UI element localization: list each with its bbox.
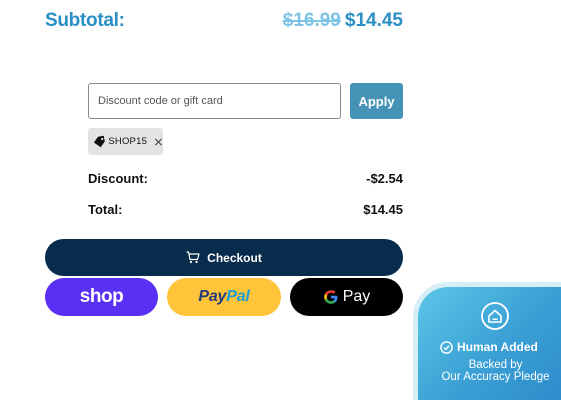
house-icon [481,302,509,330]
subtotal-prices: $16.99 $14.45 [283,10,403,32]
discount-code-input[interactable] [88,83,341,119]
google-pay-button[interactable]: Pay [290,278,403,316]
shop-pay-logo: shop [79,286,124,307]
badge-line-1: Backed by [468,359,523,371]
paypal-logo-pay: Pay [198,288,227,305]
checkout-button[interactable]: Checkout [45,239,403,276]
paypal-logo-pal: Pal [226,288,250,305]
applied-discount-tag: SHOP15 [88,128,163,155]
checkout-label: Checkout [207,250,262,265]
total-row: Total: $14.45 [88,202,403,220]
badge-title-text: Human Added [457,340,538,354]
paypal-button[interactable]: PayPal [167,278,281,316]
subtotal-row: Subtotal: $16.99 $14.45 [45,8,403,36]
discounted-price: $14.45 [344,10,403,31]
applied-code-text: SHOP15 [108,136,148,147]
badge-title: Human Added [440,340,538,354]
discount-value: -$2.54 [366,171,403,186]
subtotal-label: Subtotal: [45,10,125,31]
cart-icon [186,251,200,264]
badge-line-2: Our Accuracy Pledge [441,371,550,383]
close-icon[interactable] [154,137,163,147]
tag-icon [93,135,105,148]
total-value: $14.45 [363,202,403,217]
total-label: Total: [88,202,123,217]
discount-label: Discount: [88,171,148,186]
human-added-badge[interactable]: Human Added Backed by Our Accuracy Pledg… [418,287,561,400]
discount-row: Discount: -$2.54 [88,171,403,189]
paypal-logo: PayPal [198,288,250,306]
google-pay-label: Pay [342,288,371,305]
original-price: $16.99 [282,10,341,31]
check-circle-icon [440,340,453,354]
google-g-icon [323,290,338,304]
apply-button[interactable]: Apply [350,83,403,119]
shop-pay-button[interactable]: shop [45,278,158,316]
